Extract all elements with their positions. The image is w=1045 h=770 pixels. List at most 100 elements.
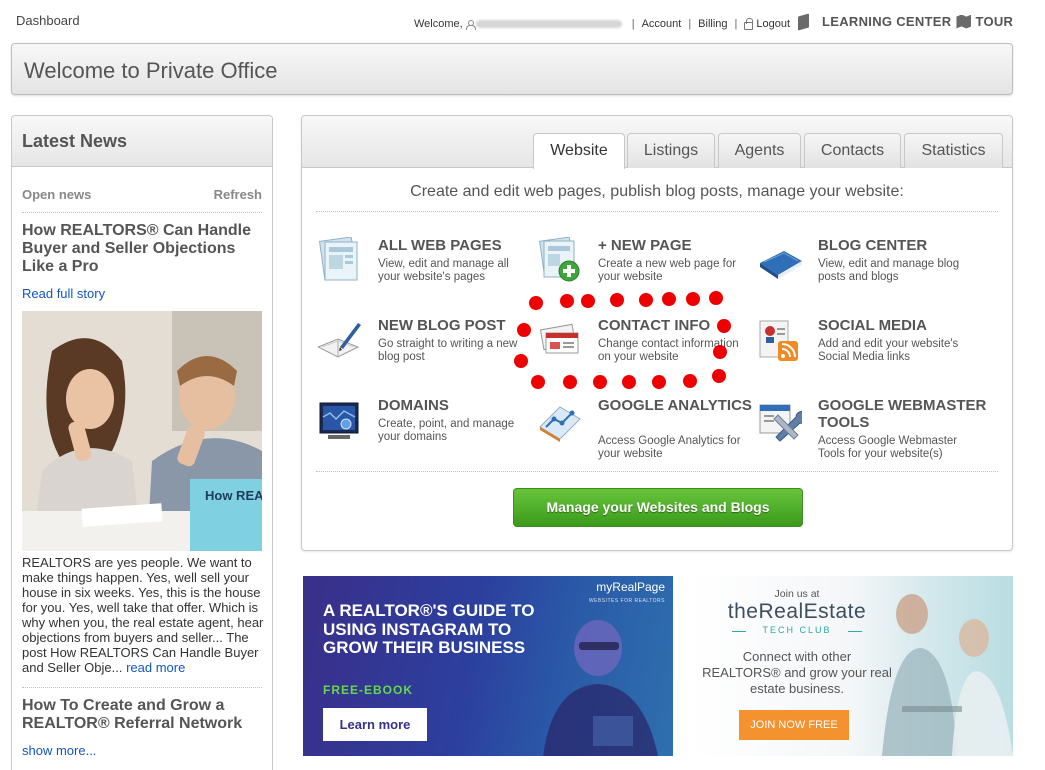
business-cards-icon [539, 323, 579, 354]
welcome-header: Welcome to Private Office [11, 43, 1013, 95]
annotation-dot [713, 345, 727, 359]
annotation-dot [514, 354, 528, 368]
news-item-excerpt: REALTORS are yes people. We want to make… [22, 555, 264, 675]
tab-agents[interactable]: Agents [718, 133, 801, 168]
feature-desc: Access Google Webmaster Tools for your w… [818, 435, 958, 460]
news-image-caption: How REALTORS® Handle Buyer Objections [205, 488, 262, 503]
ad-tag: FREE-EBOOK [323, 683, 414, 697]
learning-center-nav: LEARNING CENTER TOUR [798, 13, 1013, 30]
divider [22, 687, 262, 688]
billing-link[interactable]: Billing [698, 18, 727, 30]
news-item-title[interactable]: How REALTORS® Can Handle Buyer and Selle… [22, 222, 262, 276]
ad-join-text: Join us at [774, 588, 820, 600]
news-header: Latest News [12, 116, 272, 167]
feature-title[interactable]: DOMAINS [378, 397, 558, 414]
tour-link[interactable]: TOUR [975, 14, 1013, 29]
feature-desc: Create, point, and manage your domains [378, 418, 515, 443]
annotation-dot [517, 323, 531, 337]
annotation-dot [683, 374, 697, 388]
annotation-dot [652, 375, 666, 389]
website-panel: Website Listings Agents Contacts Statist… [301, 115, 1013, 551]
tech-club-subtitle: TECH CLUB [732, 625, 862, 635]
annotation-dot [610, 293, 624, 307]
pen-notebook-icon [318, 323, 361, 358]
feature-title[interactable]: GOOGLE ANALYTICS [598, 397, 778, 414]
top-bar: Dashboard Welcome, | Account | Billing |… [0, 0, 1045, 40]
annotation-dot [662, 292, 676, 306]
annotation-dot [593, 375, 607, 389]
user-email-redacted [475, 20, 622, 28]
join-now-button[interactable]: JOIN NOW FREE [739, 710, 849, 740]
open-news-link[interactable]: Open news [22, 187, 91, 202]
realtors-photo-illustration [22, 311, 262, 551]
feature-title[interactable]: SOCIAL MEDIA [818, 317, 998, 334]
annotation-dot [531, 375, 545, 389]
annotation-dot [622, 375, 636, 389]
user-nav: Welcome, | Account | Billing | Logout [414, 17, 791, 30]
feature-title[interactable]: GOOGLE WEBMASTER TOOLS [818, 397, 998, 431]
manage-websites-button[interactable]: Manage your Websites and Blogs [513, 488, 803, 527]
tab-website[interactable]: Website [533, 133, 625, 169]
feature-title[interactable]: CONTACT INFO [598, 317, 778, 334]
dashboard-link[interactable]: Dashboard [16, 13, 80, 28]
tab-bar: Website Listings Agents Contacts Statist… [302, 116, 1012, 169]
tech-club-logo: theRealEstate [727, 600, 867, 623]
divider [22, 212, 262, 213]
feature-desc: Change contact information on your websi… [598, 338, 739, 363]
lock-icon [744, 17, 754, 30]
logout-link[interactable]: Logout [756, 18, 790, 30]
refresh-link[interactable]: Refresh [214, 187, 262, 202]
account-link[interactable]: Account [642, 18, 682, 30]
webmaster-tools-icon [759, 404, 802, 442]
rss-contact-icon [759, 320, 798, 361]
annotation-dot [563, 375, 577, 389]
analytics-chart-icon [539, 406, 581, 442]
annotation-dot [717, 319, 731, 333]
news-controls: Open news Refresh [22, 187, 262, 202]
feature-title[interactable]: ALL WEB PAGES [378, 237, 558, 254]
annotation-dot [639, 293, 653, 307]
feature-title[interactable]: NEW BLOG POST [378, 317, 558, 334]
user-icon [465, 19, 476, 30]
feature-title[interactable]: BLOG CENTER [818, 237, 998, 254]
tech-club-ad[interactable]: Join us at theRealEstate TECH CLUB Conne… [692, 576, 1013, 756]
annotation-dot [709, 291, 723, 305]
tab-statistics[interactable]: Statistics [904, 133, 1003, 168]
divider [316, 471, 998, 472]
feature-desc: Access Google Analytics for your website [598, 435, 741, 460]
show-more-link[interactable]: show more... [22, 743, 96, 758]
welcome-label: Welcome, [414, 18, 463, 30]
page-title: Welcome to Private Office [24, 58, 278, 83]
blog-book-icon [760, 251, 802, 279]
feature-desc: Go straight to writing a new blog post [378, 338, 518, 363]
ad-title: A REALTOR®'S GUIDE TO USING INSTAGRAM TO… [323, 601, 535, 657]
panel-subtitle: Create and edit web pages, publish blog … [410, 183, 904, 200]
news-heading: Latest News [22, 131, 128, 151]
feature-desc: Add and edit your website's Social Media… [818, 338, 959, 363]
learning-center-link[interactable]: LEARNING CENTER [822, 14, 951, 29]
learn-more-button[interactable]: Learn more [323, 708, 427, 741]
pages-icon [318, 237, 358, 281]
read-full-story-link[interactable]: Read full story [22, 286, 105, 301]
annotation-dot [581, 294, 595, 308]
feature-title[interactable]: + NEW PAGE [598, 237, 778, 254]
domain-screen-icon [319, 402, 359, 439]
news-item-title[interactable]: How To Create and Grow a REALTOR® Referr… [22, 697, 262, 733]
feature-desc: Create a new web page for your website [598, 258, 737, 283]
instagram-guide-ad[interactable]: myRealPage WEBSITES FOR REALTORS A REALT… [303, 576, 673, 756]
news-item-image[interactable]: How REALTORS® Handle Buyer Objections [22, 311, 262, 551]
new-page-icon [539, 237, 580, 282]
annotation-dot [712, 369, 726, 383]
divider [316, 211, 998, 212]
book-icon [798, 13, 809, 30]
read-more-link[interactable]: read more [126, 660, 185, 675]
annotation-dot [529, 296, 543, 310]
ad-body-text: Connect with other REALTORS® and grow yo… [702, 649, 892, 696]
tab-contacts[interactable]: Contacts [804, 133, 901, 168]
myrealpage-logo: myRealPage WEBSITES FOR REALTORS [588, 580, 665, 604]
feature-desc: View, edit and manage blog posts and blo… [818, 258, 960, 283]
latest-news-panel: Latest News Open news Refresh How REALTO… [11, 115, 273, 770]
annotation-dot [686, 292, 700, 306]
tab-listings[interactable]: Listings [627, 133, 715, 168]
annotation-dot [560, 294, 574, 308]
